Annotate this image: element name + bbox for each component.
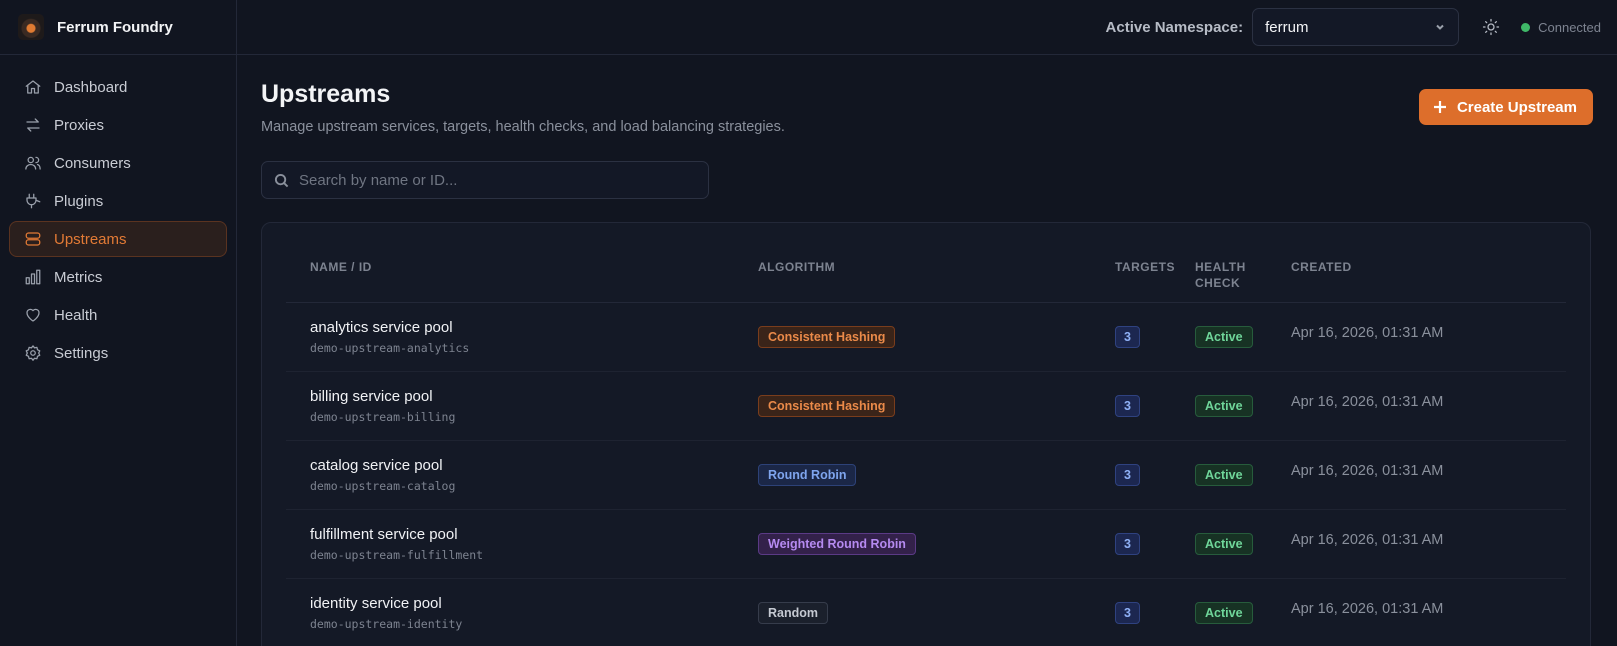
bar-chart-icon — [24, 268, 42, 286]
create-upstream-button[interactable]: Create Upstream — [1418, 89, 1593, 125]
plus-icon — [1433, 101, 1446, 113]
created-date: Apr 16, 2026, 01:31 AM — [1291, 532, 1444, 548]
health-status-badge: Active — [1195, 533, 1253, 555]
algorithm-badge: Consistent Hashing — [758, 395, 896, 417]
search-input[interactable] — [299, 171, 679, 189]
sidebar-item-plugins[interactable]: Plugins — [9, 183, 227, 219]
sidebar-item-metrics[interactable]: Metrics — [9, 259, 227, 295]
table-row[interactable]: billing service pool demo-upstream-billin… — [286, 372, 1566, 441]
targets-count-badge: 3 — [1115, 395, 1140, 417]
theme-toggle-button[interactable] — [1475, 11, 1507, 43]
namespace-label: Active Namespace: — [1105, 18, 1244, 36]
table-header: NAME / ID ALGORITHM TARGETS HEALTH CHECK… — [286, 223, 1566, 303]
topbar: Active Namespace: ferrum Connected — [237, 0, 1617, 55]
sun-icon — [1482, 18, 1500, 36]
algorithm-badge: Weighted Round Robin — [758, 533, 916, 555]
users-icon — [24, 154, 42, 172]
upstream-id: demo-upstream-analytics — [310, 341, 470, 355]
column-header-health-check[interactable]: HEALTH CHECK — [1195, 259, 1291, 302]
namespace-value: ferrum — [1265, 18, 1309, 36]
algorithm-badge: Consistent Hashing — [758, 326, 896, 348]
sidebar-item-upstreams[interactable]: Upstreams — [9, 221, 227, 257]
gear-icon — [24, 344, 42, 362]
column-header-created[interactable]: CREATED — [1291, 259, 1566, 302]
brand[interactable]: Ferrum Foundry — [0, 0, 236, 55]
sidebar-item-label: Consumers — [54, 154, 131, 172]
sidebar-item-label: Metrics — [54, 268, 103, 286]
page-subtitle: Manage upstream services, targets, healt… — [261, 119, 785, 135]
upstream-id: demo-upstream-identity — [310, 617, 463, 631]
health-status-badge: Active — [1195, 602, 1253, 624]
app-logo-icon — [18, 14, 44, 40]
targets-count-badge: 3 — [1115, 464, 1140, 486]
upstream-id: demo-upstream-fulfillment — [310, 548, 484, 562]
arrows-swap-icon — [24, 116, 42, 134]
column-header-name[interactable]: NAME / ID — [286, 259, 758, 302]
created-date: Apr 16, 2026, 01:31 AM — [1291, 325, 1444, 341]
targets-count-badge: 3 — [1115, 602, 1140, 624]
sidebar-nav: Dashboard Proxies Consumers Plugins Upst… — [0, 55, 236, 387]
created-date: Apr 16, 2026, 01:31 AM — [1291, 463, 1444, 479]
app-name: Ferrum Foundry — [57, 18, 173, 36]
page-content: Upstreams Manage upstream services, targ… — [237, 55, 1617, 646]
sidebar-item-label: Upstreams — [54, 230, 127, 248]
page-title: Upstreams — [261, 80, 391, 108]
health-status-badge: Active — [1195, 395, 1253, 417]
create-upstream-label: Create Upstream — [1456, 98, 1577, 116]
table-row[interactable]: analytics service pool demo-upstream-anal… — [286, 303, 1566, 372]
sidebar-item-label: Proxies — [54, 116, 105, 134]
search-box — [261, 161, 709, 199]
upstream-id: demo-upstream-catalog — [310, 479, 456, 493]
connection-status: Connected — [1521, 20, 1601, 35]
upstreams-table: NAME / ID ALGORITHM TARGETS HEALTH CHECK… — [261, 222, 1591, 646]
targets-count-badge: 3 — [1115, 326, 1140, 348]
upstream-name[interactable]: billing service pool — [310, 388, 758, 405]
namespace-select[interactable]: ferrum — [1252, 8, 1460, 46]
connection-status-label: Connected — [1538, 19, 1601, 35]
upstream-name[interactable]: fulfillment service pool — [310, 526, 758, 543]
server-stack-icon — [24, 230, 42, 248]
sidebar-item-health[interactable]: Health — [9, 297, 227, 333]
health-status-badge: Active — [1195, 464, 1253, 486]
algorithm-badge: Round Robin — [758, 464, 857, 486]
upstream-name[interactable]: analytics service pool — [310, 319, 758, 336]
column-header-targets[interactable]: TARGETS — [1115, 259, 1195, 302]
created-date: Apr 16, 2026, 01:31 AM — [1291, 601, 1444, 617]
page-header: Upstreams Manage upstream services, targ… — [261, 77, 1593, 135]
sidebar-item-label: Dashboard — [54, 78, 128, 96]
sidebar-item-label: Plugins — [54, 192, 104, 210]
sidebar-item-settings[interactable]: Settings — [9, 335, 227, 371]
upstream-name[interactable]: catalog service pool — [310, 457, 758, 474]
sidebar: Ferrum Foundry Dashboard Proxies Consume… — [0, 0, 237, 646]
sidebar-item-dashboard[interactable]: Dashboard — [9, 69, 227, 105]
home-icon — [24, 78, 42, 96]
search-icon — [274, 173, 289, 187]
sidebar-item-label: Health — [54, 306, 98, 324]
algorithm-badge: Random — [758, 602, 828, 624]
sidebar-item-label: Settings — [54, 344, 109, 362]
status-dot-icon — [1521, 22, 1531, 32]
upstream-name[interactable]: identity service pool — [310, 595, 758, 612]
main-area: Active Namespace: ferrum Connected Upstr… — [237, 0, 1617, 646]
table-row[interactable]: catalog service pool demo-upstream-catalo… — [286, 441, 1566, 510]
plug-icon — [24, 192, 42, 210]
heart-icon — [24, 306, 42, 324]
chevron-down-icon — [1436, 24, 1444, 30]
column-header-algorithm[interactable]: ALGORITHM — [758, 259, 1115, 302]
health-status-badge: Active — [1195, 326, 1253, 348]
sidebar-item-consumers[interactable]: Consumers — [9, 145, 227, 181]
table-row[interactable]: fulfillment service pool demo-upstream-fu… — [286, 510, 1566, 579]
created-date: Apr 16, 2026, 01:31 AM — [1291, 394, 1444, 410]
upstream-id: demo-upstream-billing — [310, 410, 456, 424]
table-row[interactable]: identity service pool demo-upstream-ident… — [286, 579, 1566, 646]
sidebar-item-proxies[interactable]: Proxies — [9, 107, 227, 143]
app-root: Ferrum Foundry Dashboard Proxies Consume… — [0, 0, 1617, 646]
targets-count-badge: 3 — [1115, 533, 1140, 555]
